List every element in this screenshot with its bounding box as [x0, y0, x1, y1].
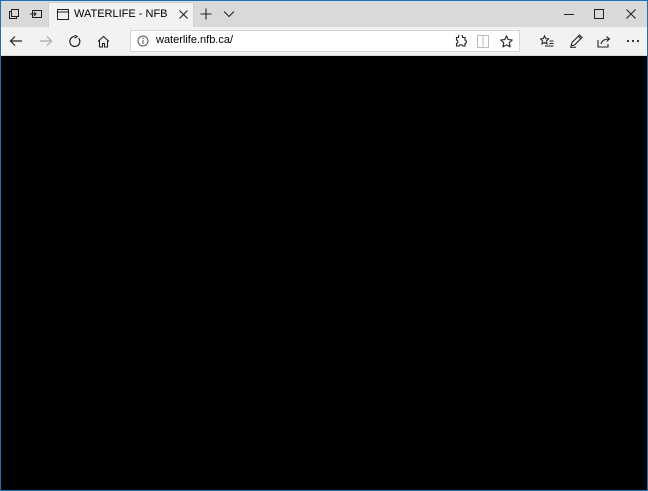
favorite-star-icon[interactable]	[500, 35, 513, 48]
maximize-icon	[594, 9, 604, 19]
close-window-button[interactable]	[615, 1, 647, 27]
tab-preview-icon	[223, 10, 235, 18]
browser-window: WATERLIFE - NFB waterlife.nfb.ca/	[0, 0, 648, 491]
refresh-button[interactable]	[60, 27, 88, 55]
navigation-toolbar: waterlife.nfb.ca/	[1, 27, 647, 56]
site-info-icon[interactable]	[137, 35, 149, 47]
tab-manager-icon	[8, 8, 20, 20]
more-icon	[626, 39, 640, 43]
address-bar[interactable]: waterlife.nfb.ca/	[130, 30, 520, 52]
notes-icon	[569, 34, 583, 48]
tab-title: WATERLIFE - NFB	[74, 8, 168, 20]
forward-button[interactable]	[32, 27, 60, 55]
share-button[interactable]	[590, 27, 618, 55]
forward-icon	[39, 35, 53, 47]
more-button[interactable]	[619, 27, 647, 55]
back-button[interactable]	[2, 27, 30, 55]
notes-button[interactable]	[562, 27, 590, 55]
back-icon	[9, 35, 23, 47]
share-icon	[597, 35, 611, 48]
page-icon	[57, 9, 69, 20]
home-button[interactable]	[89, 27, 117, 55]
extension-icon[interactable]	[454, 35, 467, 48]
close-tab-icon[interactable]	[179, 10, 188, 19]
set-aside-tabs-button[interactable]	[25, 1, 47, 27]
set-aside-tabs-icon	[29, 8, 43, 20]
maximize-button[interactable]	[583, 1, 615, 27]
minimize-icon	[564, 9, 574, 19]
reading-view-icon[interactable]	[477, 35, 489, 48]
refresh-icon	[68, 34, 81, 48]
title-bar: WATERLIFE - NFB	[1, 1, 647, 27]
page-content[interactable]	[1, 56, 647, 490]
favorites-hub-button[interactable]	[533, 27, 561, 55]
tab-preview-button[interactable]	[219, 1, 239, 27]
favorites-hub-icon	[540, 34, 554, 48]
active-tab[interactable]: WATERLIFE - NFB	[48, 2, 194, 27]
new-tab-icon	[200, 8, 212, 20]
tab-manager-button[interactable]	[3, 1, 25, 27]
minimize-button[interactable]	[553, 1, 585, 27]
url-text[interactable]: waterlife.nfb.ca/	[156, 34, 233, 46]
new-tab-button[interactable]	[196, 1, 216, 27]
close-window-icon	[626, 9, 636, 19]
home-icon	[97, 35, 110, 48]
